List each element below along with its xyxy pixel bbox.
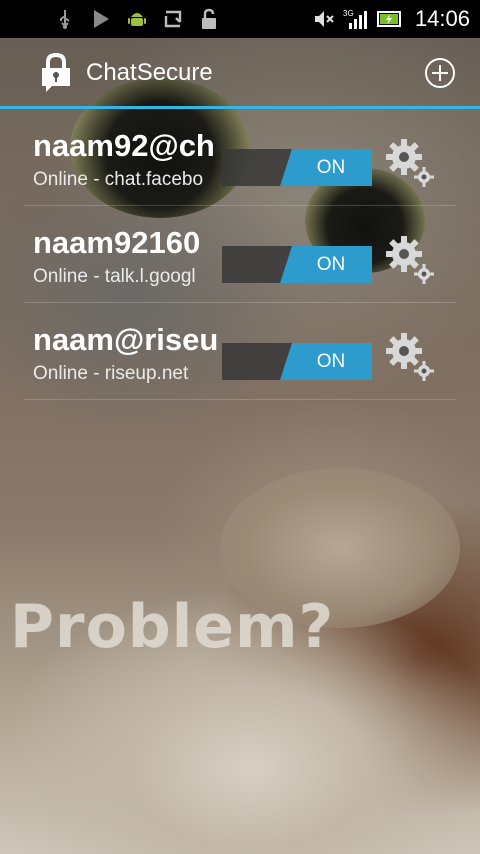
notification-icons — [0, 8, 220, 30]
status-clock: 14:06 — [414, 6, 470, 31]
settings-gear-icon[interactable] — [384, 234, 436, 286]
account-row[interactable]: naam92160 Online - talk.l.googl ON — [0, 206, 480, 303]
account-row[interactable]: naam@riseu Online - riseup.net ON — [0, 303, 480, 400]
account-toggle[interactable]: ON — [222, 149, 372, 186]
signal-icon: 3G — [343, 9, 367, 29]
battery-charging-icon — [376, 11, 401, 27]
account-toggle[interactable]: ON — [222, 343, 372, 380]
account-row[interactable]: naam92@ch Online - chat.facebo ON — [0, 109, 480, 206]
android-icon — [128, 13, 146, 26]
account-status: Online - chat.facebo — [33, 169, 204, 190]
usb-icon — [60, 10, 70, 29]
row-divider — [24, 399, 456, 400]
account-toggle[interactable]: ON — [222, 246, 372, 283]
account-text: naam92160 Online - talk.l.googl — [33, 224, 223, 290]
system-icons: 3G 14:06 — [313, 6, 480, 32]
toggle-on-label: ON — [280, 246, 372, 283]
account-text: naam@riseu Online - riseup.net — [33, 321, 223, 387]
toggle-on-label: ON — [280, 343, 372, 380]
account-list: naam92@ch Online - chat.facebo ON naam92… — [0, 109, 480, 400]
sync-icon — [164, 10, 182, 28]
background-caption: Problem? — [10, 592, 335, 662]
app-title: ChatSecure — [86, 59, 213, 86]
settings-gear-icon[interactable] — [384, 331, 436, 383]
mute-icon — [314, 11, 334, 27]
account-text: naam92@ch Online - chat.facebo — [33, 127, 223, 193]
account-name: naam92160 — [33, 225, 201, 260]
app-lock-icon[interactable] — [38, 52, 74, 94]
status-bar: 3G 14:06 — [0, 0, 480, 38]
network-type: 3G — [343, 9, 354, 18]
toggle-on-label: ON — [280, 149, 372, 186]
unlock-icon — [202, 8, 216, 29]
settings-gear-icon[interactable] — [384, 137, 436, 189]
add-account-icon[interactable] — [424, 57, 456, 89]
play-store-icon — [94, 10, 109, 28]
account-status: Online - riseup.net — [33, 363, 189, 384]
action-bar: ChatSecure — [0, 38, 480, 108]
account-name: naam92@ch — [33, 128, 215, 163]
account-name: naam@riseu — [33, 322, 219, 357]
account-status: Online - talk.l.googl — [33, 266, 196, 287]
